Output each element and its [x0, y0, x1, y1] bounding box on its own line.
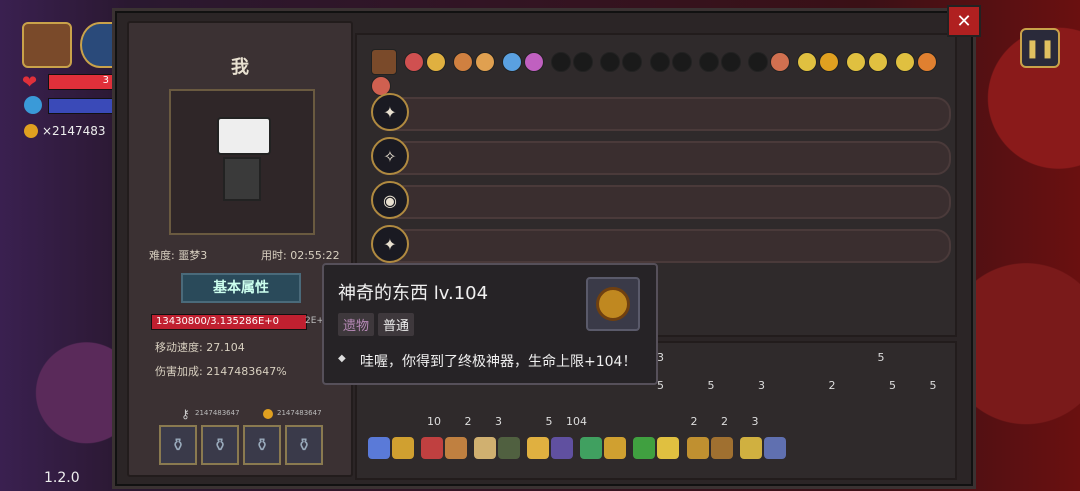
- hp-bar-text: 3: [102, 75, 109, 86]
- item-count: 2: [690, 415, 698, 428]
- relic-bar: [371, 49, 951, 96]
- character-name: 我: [231, 57, 249, 78]
- hud-chest-icon[interactable]: [22, 22, 72, 68]
- character-portrait: [169, 89, 315, 235]
- inventory-window: 我 难度: 噩梦3 用时: 02:55:22 基本属性 13430800/3.1…: [112, 5, 981, 489]
- item-count: 5: [545, 415, 553, 428]
- character-panel: 我 难度: 噩梦3 用时: 02:55:22 基本属性 13430800/3.1…: [127, 21, 353, 477]
- item-count: 3: [495, 415, 502, 428]
- weapon-row-2[interactable]: [373, 141, 951, 175]
- item-count: 5: [707, 379, 715, 392]
- item-count: 5: [929, 379, 937, 392]
- coin-small-count: 2147483647: [277, 409, 322, 417]
- tooltip-rarity-tag: 普通: [378, 313, 415, 336]
- item-count-row-2: 5 5 3 2 5 5: [657, 379, 937, 392]
- item-count-row-1: 3 5: [657, 351, 885, 364]
- item-count: 5: [657, 379, 664, 392]
- jar-icon: ⚱: [170, 434, 186, 456]
- jar-icon: ⚱: [296, 434, 312, 456]
- items-row-4: [367, 437, 787, 459]
- coin-small-icon: [263, 409, 273, 419]
- item-count: 3: [657, 351, 664, 364]
- weapon-row-4[interactable]: [373, 229, 951, 263]
- potion-slot-2[interactable]: ⚱: [201, 425, 239, 465]
- weapon-icon-2[interactable]: ✧: [371, 137, 409, 175]
- mana-bar: [48, 98, 114, 114]
- item-count: 5: [877, 351, 885, 364]
- weapon-row-3[interactable]: [373, 185, 951, 219]
- difficulty-label: 难度: 噩梦3: [149, 249, 208, 262]
- jar-icon: ⚱: [254, 434, 270, 456]
- coin-count: ×2147483: [42, 124, 106, 138]
- item-count: 3: [758, 379, 765, 392]
- potion-slot-1[interactable]: ⚱: [159, 425, 197, 465]
- pause-button[interactable]: ❚❚: [1020, 28, 1060, 68]
- player-hp-text: 13430800/3.135286E+0: [156, 316, 280, 327]
- item-count: 5: [889, 379, 896, 392]
- item-count: 10: [427, 415, 441, 428]
- pause-icon: ❚❚: [1024, 37, 1056, 59]
- heart-icon: ❤: [22, 72, 38, 93]
- character-sprite: [217, 117, 271, 207]
- weapon-icon-4[interactable]: ✦: [371, 225, 409, 263]
- tooltip-item-icon: [586, 277, 640, 331]
- weapon-icon-1[interactable]: ✦: [371, 93, 409, 131]
- tooltip-title: 神奇的东西 lv.104: [338, 283, 489, 304]
- key-count: 2147483647: [195, 409, 240, 417]
- item-count: 104: [566, 415, 587, 428]
- mana-icon: [24, 96, 42, 114]
- close-icon: ✕: [956, 10, 972, 32]
- tooltip-type-tag: 遗物: [338, 313, 375, 336]
- item-count: 2: [721, 415, 728, 428]
- elapsed-time: 用时: 02:55:22: [261, 249, 340, 262]
- item-count: 2: [828, 379, 836, 392]
- coin-icon: [24, 124, 38, 138]
- close-button[interactable]: ✕: [947, 5, 981, 37]
- version-label: 1.2.0: [44, 470, 80, 486]
- potion-slot-3[interactable]: ⚱: [243, 425, 281, 465]
- potion-slot-4[interactable]: ⚱: [285, 425, 323, 465]
- key-icon: ⚷: [181, 407, 190, 421]
- item-tooltip: 神奇的东西 lv.104 遗物 普通 ◆ 哇喔，你得到了终极神器，生命上限+10…: [322, 263, 658, 385]
- damage-bonus: 伤害加成: 2147483647%: [155, 365, 287, 378]
- move-speed: 移动速度: 27.104: [155, 341, 245, 354]
- tooltip-description: 哇喔，你得到了终极神器，生命上限+104！: [360, 354, 637, 370]
- section-title: 基本属性: [181, 273, 301, 303]
- player-hp-bar: 13430800/3.135286E+0: [151, 314, 307, 330]
- tooltip-bullet-icon: ◆: [338, 353, 346, 364]
- item-count: 3: [751, 415, 759, 428]
- weapon-icon-3[interactable]: ◉: [371, 181, 409, 219]
- hp-bar: 3: [48, 74, 114, 90]
- jar-icon: ⚱: [212, 434, 228, 456]
- item-count-row-3: 10 2 3 5 104 2 2 3: [427, 415, 759, 428]
- item-count: 2: [464, 415, 472, 428]
- weapon-row-1[interactable]: [373, 97, 951, 131]
